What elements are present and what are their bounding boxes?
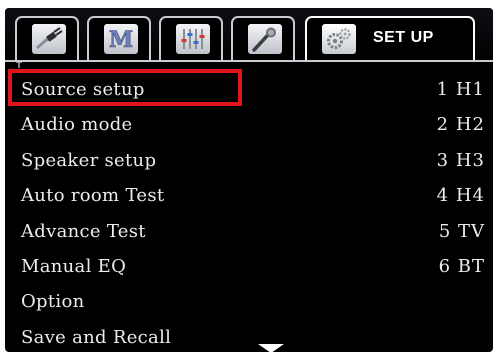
scroll-down-arrow-icon[interactable] <box>258 344 284 352</box>
menu-item-audio-mode[interactable]: Audio mode 2 H2 <box>5 108 493 143</box>
tab-input[interactable] <box>15 16 79 60</box>
tab-setup-label: SET UP <box>373 29 434 46</box>
pin-marker-icon <box>15 61 25 69</box>
tab-bar: M SET UP <box>5 8 493 66</box>
menu-item-label: Advance Test <box>21 220 146 242</box>
menu-item-auto-room-test[interactable]: Auto room Test 4 H4 <box>5 179 493 214</box>
source-indicator: 1 H1 <box>436 79 485 100</box>
menu-item-advance-test[interactable]: Advance Test 5 TV <box>5 215 493 250</box>
music-m-icon: M <box>104 24 138 54</box>
gears-icon <box>322 24 356 54</box>
cable-input-icon <box>32 24 66 54</box>
tab-divider <box>5 60 493 62</box>
menu-item-label: Save and Recall <box>21 326 172 348</box>
tab-setup[interactable]: SET UP <box>305 16 475 60</box>
tab-music[interactable]: M <box>87 16 151 60</box>
setup-menu: Source setup 1 H1 Audio mode 2 H2 Speake… <box>5 73 493 352</box>
menu-item-label: Manual EQ <box>21 255 127 277</box>
menu-item-label: Option <box>21 291 85 313</box>
tab-microphone[interactable] <box>231 16 295 60</box>
selection-highlight <box>8 69 242 106</box>
menu-item-label: Speaker setup <box>21 149 157 171</box>
source-indicator: 3 H3 <box>436 149 485 171</box>
source-indicator: 2 H2 <box>436 114 485 136</box>
menu-item-save-and-recall[interactable]: Save and Recall <box>5 321 493 352</box>
equalizer-sliders-icon <box>176 24 210 54</box>
menu-item-label: Audio mode <box>21 114 133 136</box>
menu-item-manual-eq[interactable]: Manual EQ 6 BT <box>5 250 493 285</box>
tab-equalizer[interactable] <box>159 16 223 60</box>
menu-item-speaker-setup[interactable]: Speaker setup 3 H3 <box>5 144 493 179</box>
setup-screen: M SET UP Source setup 1 H1 Audio mode 2 … <box>5 8 493 352</box>
svg-text:M: M <box>109 27 133 52</box>
source-indicator: 5 TV <box>438 220 485 242</box>
menu-item-option[interactable]: Option <box>5 285 493 320</box>
source-indicator: 4 H4 <box>436 185 485 207</box>
microphone-icon <box>248 24 282 54</box>
menu-item-label: Auto room Test <box>21 185 165 207</box>
source-indicator: 6 BT <box>438 255 485 277</box>
